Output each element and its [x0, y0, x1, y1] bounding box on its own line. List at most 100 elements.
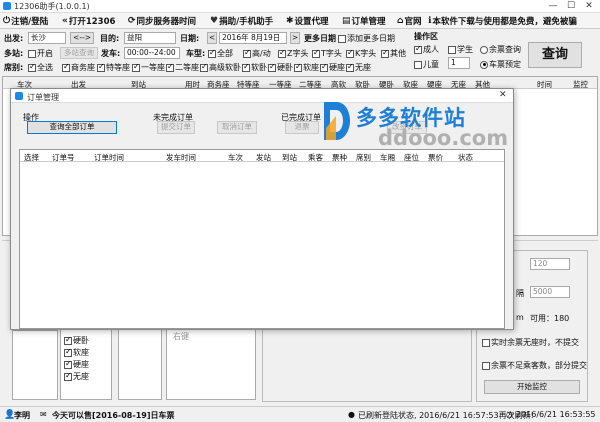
menu-order-management[interactable]: ▤ 订单管理 — [342, 15, 386, 27]
adult-checkbox[interactable]: 成人 — [414, 44, 439, 55]
refund-button[interactable]: 退票 — [285, 121, 319, 134]
menu-free-notice[interactable]: ℹ 本软件下载与使用都是免费，避免被骗 — [428, 15, 577, 27]
date-next-button[interactable]: > — [290, 32, 300, 44]
col-monitor: 监控 — [573, 80, 588, 89]
more-dates-label: 更多日期 — [304, 34, 336, 43]
realtime-no-seat-checkbox[interactable]: 实时余票无座时，不提交 — [482, 337, 579, 348]
multi-station-query-button[interactable]: 多站查询 — [60, 47, 98, 59]
date-input[interactable]: 2016年 8月19日 — [219, 32, 287, 44]
date-prev-button[interactable]: < — [207, 32, 217, 44]
menu-sync-time[interactable]: ⟳ 同步服务器时间 — [128, 15, 196, 27]
train-type-z[interactable]: Z字头 — [278, 48, 308, 59]
train-type-all[interactable]: 全部 — [208, 48, 233, 59]
seat-special[interactable]: 特等座 — [97, 62, 130, 73]
double-arrow-icon: « — [62, 16, 68, 26]
child-checkbox[interactable]: 儿童 — [414, 59, 439, 70]
from-label: 出发: — [4, 34, 24, 43]
seat-hard-seat[interactable]: 硬座 — [320, 62, 345, 73]
order-col-seat: 座位 — [404, 153, 419, 162]
interval2-input[interactable]: 5000 — [530, 286, 570, 298]
student-checkbox[interactable]: 学生 — [448, 44, 473, 55]
current-user: 李明 — [14, 411, 30, 420]
menu-proxy[interactable]: ✱ 设置代理 — [286, 15, 329, 27]
lower-seat-hard-sleeper[interactable]: 硬卧 — [64, 335, 89, 346]
start-monitor-button[interactable]: 开始监控 — [484, 380, 580, 394]
menu-open-12306[interactable]: «打开12306 — [62, 15, 115, 27]
order-col-order-time: 订单时间 — [94, 153, 124, 162]
refresh-info-icon: ● — [348, 410, 355, 419]
order-col-order-no: 订单号 — [52, 153, 75, 162]
cart-icon: ▤ — [342, 16, 351, 26]
menu-donate[interactable]: ♥ 捐助/手机助手 — [210, 15, 273, 27]
watermark-logo — [322, 98, 352, 144]
seat-business[interactable]: 商务座 — [62, 62, 95, 73]
order-col-to: 到站 — [282, 153, 297, 162]
order-col-price: 票价 — [428, 153, 443, 162]
partial-submit-checkbox[interactable]: 余票不足乘客数，部分提交 — [482, 360, 587, 371]
to-station-input[interactable]: 益阳 — [124, 32, 176, 44]
dialog-titlebar: 订单管理 ✕ — [11, 89, 513, 103]
menu-login-logout[interactable]: ⏻ 注销/登陆 — [3, 15, 48, 27]
train-type-t[interactable]: T字头 — [312, 48, 342, 59]
dialog-close-icon[interactable]: ✕ — [499, 90, 507, 100]
mail-icon: ✉ — [40, 410, 47, 419]
multi-station-open-checkbox[interactable]: 开启 — [28, 48, 53, 59]
order-col-select: 选择 — [24, 153, 39, 162]
home-icon: ⌂ — [397, 16, 404, 26]
seat-soft-seat[interactable]: 软座 — [294, 62, 319, 73]
clock-icon: ◷ — [506, 410, 513, 419]
info-icon: ℹ — [428, 16, 432, 26]
train-type-label: 车型: — [186, 49, 206, 58]
menu-website[interactable]: ⌂ 官网 — [397, 15, 421, 27]
available-count: 可用：180 — [530, 314, 570, 323]
order-col-passenger: 乘客 — [308, 153, 323, 162]
window-title: 12306助手(1.0.0.1) — [14, 2, 90, 11]
depart-label: 发车: — [101, 49, 121, 58]
seat-all[interactable]: 全选 — [28, 62, 53, 73]
interval2-label: 隔 — [516, 289, 524, 298]
ticket-reserve-radio[interactable]: 车票预定 — [480, 59, 521, 70]
submit-order-button[interactable]: 提交订单 — [157, 121, 195, 134]
sale-notice: 今天可以售[2016-08-19]日车票 — [52, 411, 175, 420]
right-click-hint: 右键 — [173, 332, 189, 341]
m-label: m — [516, 313, 524, 322]
query-all-orders-button[interactable]: 查询全部订单 — [27, 121, 117, 134]
orders-grid[interactable]: 选择 订单号 订单时间 发车时间 车次 发站 到站 乘客 票种 席别 车厢 座位… — [19, 149, 505, 329]
dialog-title: 订单管理 — [27, 93, 59, 102]
query-button[interactable]: 查询 — [528, 42, 582, 68]
order-col-status: 状态 — [458, 153, 473, 162]
depart-time-select[interactable]: 00:00--24:00 — [124, 47, 180, 59]
minimize-icon[interactable]: — — [544, 0, 562, 12]
operation-area-label: 操作区 — [414, 32, 438, 41]
train-type-other[interactable]: 其他 — [381, 48, 406, 59]
order-col-ticket-type: 票种 — [332, 153, 347, 162]
child-count-stepper[interactable]: 1 — [448, 57, 470, 69]
seat-premium-soft-sleeper[interactable]: 高级软卧 — [200, 62, 241, 73]
remaining-query-radio[interactable]: 余票查询 — [480, 44, 521, 55]
seat-no-seat[interactable]: 无座 — [346, 62, 371, 73]
window-titlebar: 12306助手(1.0.0.1) — ☐ ✕ — [0, 0, 600, 13]
lower-seat-hard-seat[interactable]: 硬座 — [64, 359, 89, 370]
power-icon: ⏻ — [3, 16, 11, 26]
train-type-k[interactable]: K字头 — [346, 48, 376, 59]
lower-seat-soft-seat[interactable]: 软座 — [64, 347, 89, 358]
seat-first[interactable]: 一等座 — [132, 62, 165, 73]
cancel-order-button[interactable]: 取消订单 — [217, 121, 257, 134]
watermark-en: ddooo.com — [378, 126, 509, 150]
swap-button[interactable]: <--> — [70, 32, 94, 44]
seat-soft-sleeper[interactable]: 软卧 — [242, 62, 267, 73]
seat-second[interactable]: 二等座 — [166, 62, 199, 73]
interval-input[interactable]: 120 — [530, 258, 570, 270]
add-more-dates-checkbox[interactable]: 添加更多日期 — [338, 33, 395, 44]
col-time: 时间 — [537, 80, 552, 89]
lower-seat-no-seat[interactable]: 无座 — [64, 371, 89, 382]
close-icon[interactable]: ✕ — [580, 0, 598, 12]
train-type-gd[interactable]: 高/动 — [243, 48, 271, 59]
from-station-input[interactable]: 长沙 — [28, 32, 66, 44]
seat-hard-sleeper[interactable]: 硬卧 — [268, 62, 293, 73]
sync-icon: ⟳ — [128, 16, 136, 26]
menu-bar: ⏻ 注销/登陆 «打开12306 ⟳ 同步服务器时间 ♥ 捐助/手机助手 ✱ 设置代理 … — [0, 13, 600, 29]
to-label: 目的: — [100, 34, 120, 43]
maximize-icon[interactable]: ☐ — [562, 0, 580, 12]
passenger-list-panel[interactable] — [12, 330, 58, 400]
